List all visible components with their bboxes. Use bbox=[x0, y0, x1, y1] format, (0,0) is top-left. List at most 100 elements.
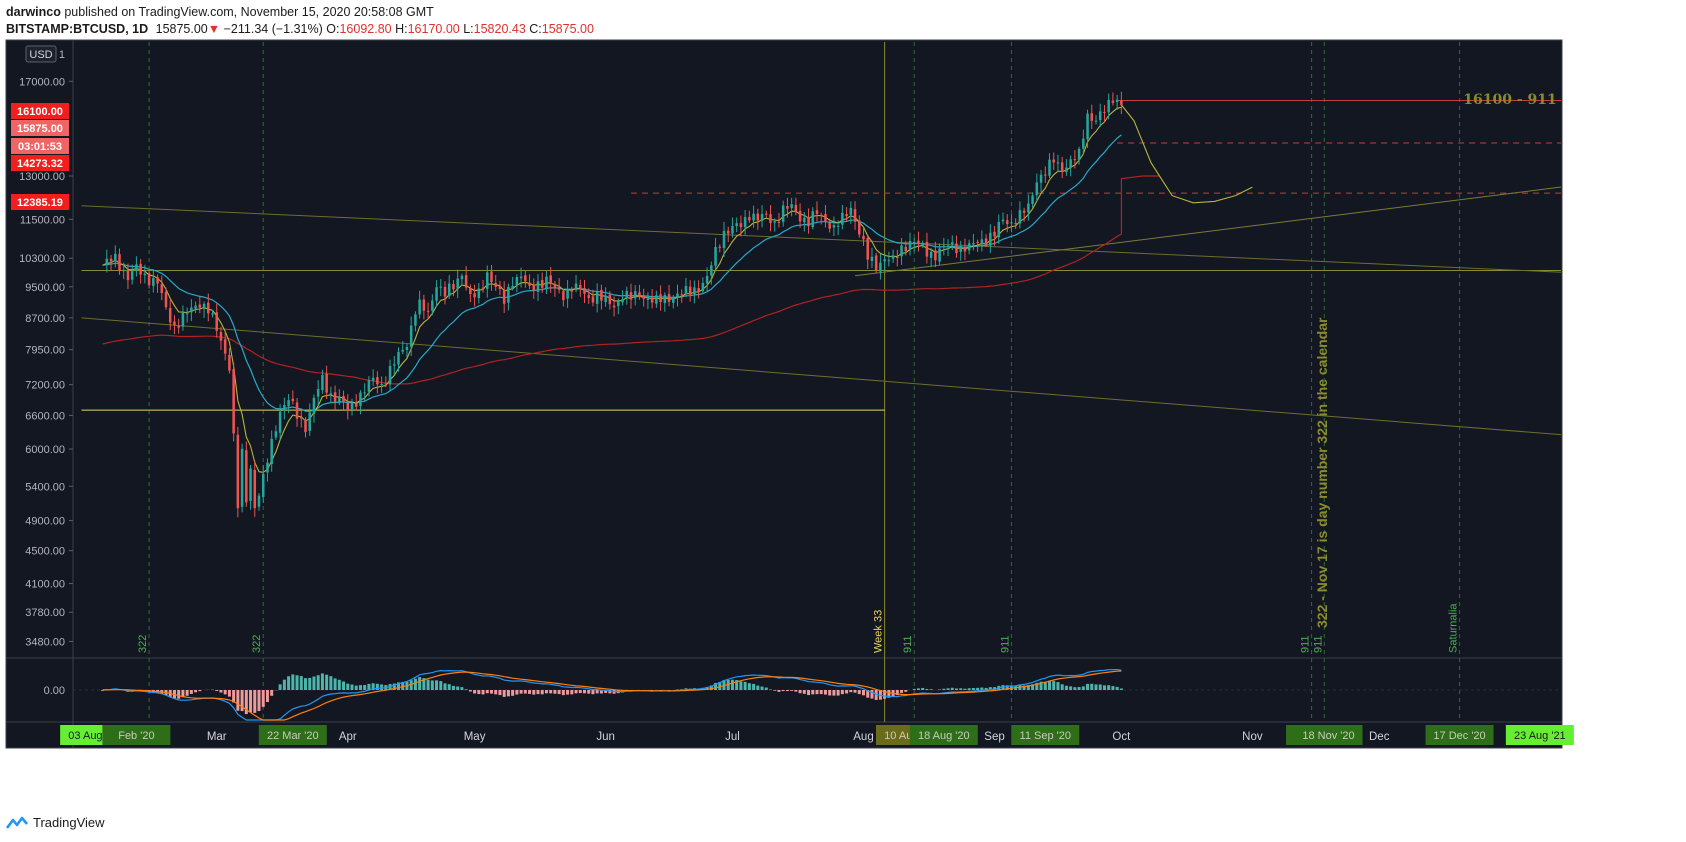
candle-body bbox=[765, 213, 768, 215]
candle-body bbox=[308, 412, 311, 431]
price-tick-label: 4900.00 bbox=[25, 516, 65, 528]
candle-body bbox=[528, 282, 531, 286]
macd-histogram-bar bbox=[739, 681, 743, 690]
candle-body bbox=[388, 366, 392, 385]
candle-body bbox=[109, 258, 113, 262]
candle-body bbox=[739, 223, 743, 228]
candle-body bbox=[617, 300, 620, 307]
candle-body bbox=[325, 373, 328, 393]
price-tick-label: 3480.00 bbox=[25, 636, 65, 648]
candle-body bbox=[650, 297, 654, 303]
time-axis-label: Jun bbox=[596, 731, 615, 743]
date-tag-label: 22 Mar '20 bbox=[267, 730, 319, 742]
candle-body bbox=[993, 231, 996, 237]
price-flag-label: 03:01:53 bbox=[18, 141, 62, 153]
price-tick-label: 13000.00 bbox=[19, 171, 65, 183]
time-axis-label: Dec bbox=[1369, 731, 1390, 743]
macd-histogram-bar bbox=[270, 690, 274, 696]
candle-body bbox=[963, 247, 967, 252]
candle-body bbox=[849, 207, 853, 215]
time-axis-label: May bbox=[464, 731, 486, 743]
candle-body bbox=[621, 299, 624, 303]
price-flag: 14273.32 bbox=[11, 155, 69, 171]
candle-body bbox=[422, 299, 426, 311]
candle-body bbox=[870, 256, 874, 262]
candle-body bbox=[997, 221, 1001, 238]
macd-histogram-bar bbox=[790, 690, 794, 691]
candle-body bbox=[929, 251, 933, 258]
candle-body bbox=[511, 286, 514, 289]
candle-body bbox=[397, 351, 400, 365]
price-chart[interactable]: 322 322 Week 33 911 911 911 911 Saturnalia17000… bbox=[0, 0, 1686, 842]
candle-body bbox=[135, 264, 138, 272]
candle-body bbox=[807, 216, 810, 227]
candle-body bbox=[946, 245, 950, 248]
candle-body bbox=[595, 291, 599, 304]
macd-histogram-bar bbox=[916, 688, 920, 690]
candle-body bbox=[604, 296, 607, 302]
macd-histogram-bar bbox=[578, 690, 582, 694]
candle-body bbox=[714, 246, 717, 266]
macd-histogram-bar bbox=[536, 690, 540, 695]
macd-histogram-bar bbox=[798, 690, 802, 694]
candle-body bbox=[452, 283, 455, 290]
time-axis-label: Aug bbox=[853, 731, 873, 743]
macd-histogram-bar bbox=[959, 688, 963, 690]
candle-body bbox=[608, 294, 612, 305]
candle-body bbox=[481, 287, 485, 289]
macd-histogram-bar bbox=[511, 690, 515, 696]
candle-body bbox=[824, 214, 827, 222]
footer-brand[interactable]: TradingView bbox=[6, 815, 105, 830]
candle-body bbox=[942, 245, 946, 248]
macd-histogram-bar bbox=[840, 690, 844, 695]
candle-body bbox=[405, 346, 409, 350]
macd-histogram-bar bbox=[946, 688, 950, 690]
macd-histogram-bar bbox=[498, 690, 502, 696]
candle-body bbox=[1005, 220, 1009, 225]
annotation-label: 322 - Nov 17 is day number 322 in the ca… bbox=[1314, 317, 1330, 628]
candle-body bbox=[841, 212, 844, 225]
candle-body bbox=[549, 275, 552, 284]
candle-body bbox=[972, 242, 975, 245]
candle-body bbox=[1065, 167, 1068, 172]
candle-body bbox=[418, 299, 421, 315]
date-tag-label: 18 Nov '20 bbox=[1302, 730, 1354, 742]
candle-body bbox=[786, 206, 789, 209]
candle-body bbox=[232, 369, 235, 434]
candle-body bbox=[507, 286, 510, 303]
macd-histogram-bar bbox=[337, 679, 341, 690]
candle-body bbox=[1098, 111, 1102, 121]
macd-histogram-bar bbox=[832, 690, 836, 696]
candle-body bbox=[908, 241, 912, 250]
candle-body bbox=[980, 239, 984, 244]
date-tag: Feb '20 bbox=[102, 725, 171, 745]
candle-body bbox=[819, 214, 823, 216]
candle-body bbox=[633, 291, 637, 299]
macd-histogram-bar bbox=[473, 690, 477, 694]
candle-body bbox=[295, 402, 299, 419]
candle-body bbox=[207, 302, 210, 314]
currency-label: USD bbox=[29, 49, 52, 61]
macd-histogram-bar bbox=[976, 687, 980, 690]
candle-body bbox=[684, 285, 688, 295]
candle-body bbox=[574, 283, 578, 291]
candle-body bbox=[646, 298, 650, 300]
candle-body bbox=[583, 287, 586, 294]
candle-body bbox=[173, 321, 176, 325]
candle-body bbox=[917, 240, 920, 244]
macd-histogram-bar bbox=[494, 690, 498, 695]
candle-body bbox=[473, 293, 476, 298]
candle-body bbox=[223, 339, 227, 354]
macd-histogram-bar bbox=[1077, 687, 1081, 690]
candle-body bbox=[883, 259, 886, 262]
candle-body bbox=[777, 221, 781, 223]
macd-histogram-bar bbox=[236, 690, 240, 711]
price-tick-label: 7200.00 bbox=[25, 380, 65, 392]
candle-body bbox=[211, 313, 214, 315]
candle-body bbox=[240, 448, 244, 507]
brand-label: TradingView bbox=[33, 815, 105, 830]
candle-body bbox=[1052, 159, 1055, 163]
date-tag-label: 18 Aug '20 bbox=[918, 730, 970, 742]
price-tick-label: 10300.00 bbox=[19, 253, 65, 265]
macd-histogram-bar bbox=[177, 690, 181, 699]
